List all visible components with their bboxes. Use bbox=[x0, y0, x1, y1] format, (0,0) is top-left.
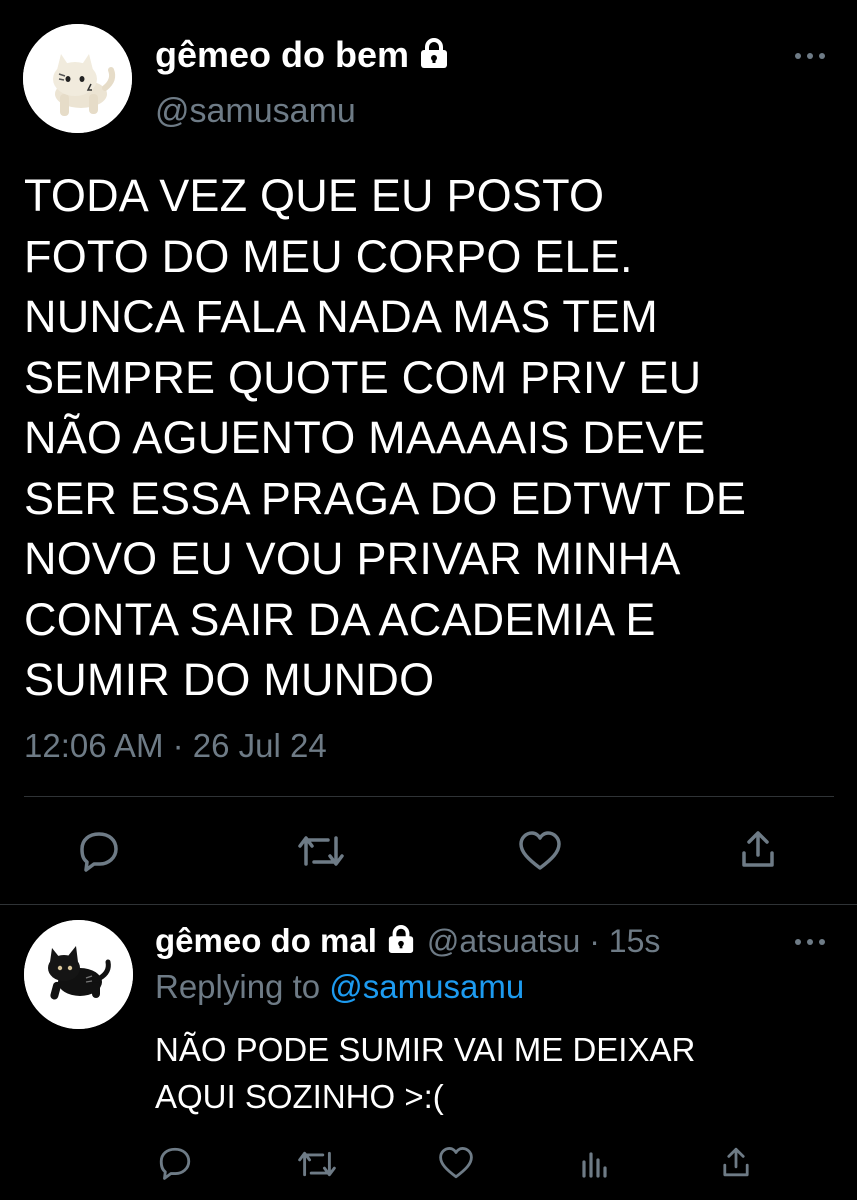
divider bbox=[0, 904, 857, 905]
retweet-icon[interactable] bbox=[298, 1148, 336, 1180]
like-icon[interactable] bbox=[438, 1146, 474, 1180]
main-tweet-text: TODA VEZ QUE EU POSTO FOTO DO MEU CORPO … bbox=[24, 170, 747, 705]
divider bbox=[24, 796, 834, 797]
main-tweet-timestamp[interactable]: 12:06 AM · 26 Jul 24 bbox=[24, 727, 327, 765]
share-icon[interactable] bbox=[720, 1146, 752, 1178]
reply-icon[interactable] bbox=[78, 830, 120, 872]
replying-to-label: Replying to bbox=[155, 968, 321, 1005]
reply-icon[interactable] bbox=[158, 1146, 192, 1180]
like-icon[interactable] bbox=[518, 830, 562, 872]
replying-to-mention[interactable]: @samusamu bbox=[329, 968, 524, 1005]
analytics-icon[interactable] bbox=[580, 1148, 608, 1178]
reply-tweet-avatar[interactable] bbox=[24, 920, 133, 1029]
reply-tweet-text: NÃO PODE SUMIR VAI ME DEIXAR AQUI SOZINH… bbox=[155, 1031, 696, 1115]
black-cat-figurine-icon bbox=[24, 920, 133, 1029]
more-options-icon[interactable] bbox=[795, 937, 829, 947]
main-tweet-avatar[interactable] bbox=[23, 24, 132, 133]
display-name-text: gêmeo do bem bbox=[155, 34, 410, 75]
white-cat-figurine-icon bbox=[23, 24, 132, 133]
more-options-icon[interactable] bbox=[795, 51, 829, 61]
retweet-icon[interactable] bbox=[298, 832, 344, 870]
share-icon[interactable] bbox=[738, 829, 778, 869]
main-tweet-display-name[interactable]: gêmeo do bem bbox=[155, 34, 449, 78]
lock-icon bbox=[387, 924, 415, 959]
reply-handle-time[interactable]: @atsuatsu · 15s bbox=[427, 923, 660, 959]
main-tweet-handle[interactable]: @samusamu bbox=[155, 92, 356, 131]
replying-to-line: Replying to @samusamu bbox=[155, 968, 524, 1006]
reply-tweet-header: gêmeo do mal @atsuatsu · 15s bbox=[155, 922, 660, 960]
reply-display-name[interactable]: gêmeo do mal bbox=[155, 922, 377, 959]
lock-icon bbox=[419, 36, 449, 78]
